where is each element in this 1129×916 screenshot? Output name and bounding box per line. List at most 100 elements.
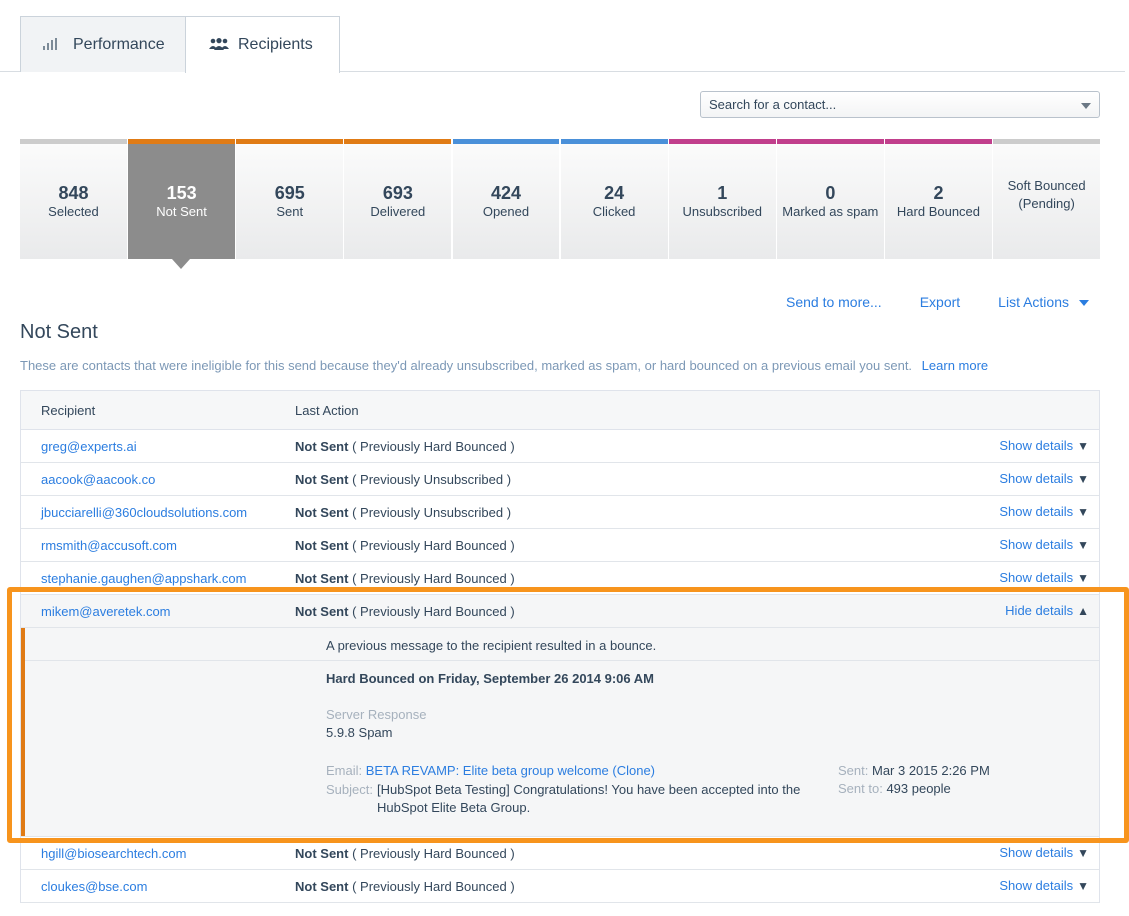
stat-label: Delivered bbox=[370, 203, 426, 219]
row-details-panel: A previous message to the recipient resu… bbox=[21, 628, 1099, 837]
recipient-email-link[interactable]: mikem@averetek.com bbox=[41, 604, 171, 619]
stats-bar: 848 Selected 153 Not Sent 695 Sent 693 Deliv… bbox=[20, 139, 1101, 269]
show-details-toggle[interactable]: Show details ▼ bbox=[999, 438, 1089, 453]
recipient-email-link[interactable]: greg@experts.ai bbox=[41, 439, 137, 454]
tab-recipients[interactable]: Recipients bbox=[185, 16, 340, 73]
stat-sent[interactable]: 695 Sent bbox=[236, 139, 344, 259]
stat-selected[interactable]: 848 Selected bbox=[20, 139, 127, 259]
stat-unsubscribed[interactable]: 1 Unsubscribed bbox=[668, 139, 776, 259]
hard-bounced-date: Hard Bounced on Friday, September 26 201… bbox=[326, 671, 654, 686]
stat-opened[interactable]: 424 Opened bbox=[452, 139, 560, 259]
hide-details-toggle[interactable]: Hide details ▲ bbox=[1005, 603, 1089, 618]
export-link[interactable]: Export bbox=[920, 294, 960, 310]
toggle-label: Show details bbox=[999, 845, 1074, 860]
last-action: Not Sent ( Previously Hard Bounced ) bbox=[295, 879, 515, 894]
triangle-down-icon: ▼ bbox=[1077, 505, 1089, 519]
triangle-down-icon: ▼ bbox=[1077, 846, 1089, 860]
last-action: Not Sent ( Previously Hard Bounced ) bbox=[295, 439, 515, 454]
list-actions-dropdown[interactable]: List Actions bbox=[998, 294, 1089, 310]
table-row: rmsmith@accusoft.com Not Sent ( Previous… bbox=[21, 529, 1099, 562]
tab-performance[interactable]: Performance bbox=[20, 16, 186, 72]
description-text: These are contacts that were ineligible … bbox=[20, 358, 913, 373]
tab-performance-label: Performance bbox=[73, 35, 165, 53]
stat-label: Unsubscribed bbox=[682, 203, 762, 219]
show-details-toggle[interactable]: Show details ▼ bbox=[999, 471, 1089, 486]
stat-clicked[interactable]: 24 Clicked bbox=[560, 139, 668, 259]
table-row-expanded: mikem@averetek.com Not Sent ( Previously… bbox=[21, 595, 1099, 628]
status-text: Not Sent bbox=[295, 439, 349, 454]
stat-label: Soft Bounced (Pending) bbox=[1007, 177, 1086, 211]
toggle-label: Hide details bbox=[1005, 603, 1074, 618]
tab-bar: Performance Recipients bbox=[0, 0, 1125, 73]
reason-text: ( Previously Hard Bounced ) bbox=[352, 571, 515, 586]
triangle-down-icon: ▼ bbox=[1077, 472, 1089, 486]
table-row: jbucciarelli@360cloudsolutions.com Not S… bbox=[21, 496, 1099, 529]
last-action: Not Sent ( Previously Hard Bounced ) bbox=[295, 846, 515, 861]
last-action: Not Sent ( Previously Unsubscribed ) bbox=[295, 505, 511, 520]
table-row: greg@experts.ai Not Sent ( Previously Ha… bbox=[21, 430, 1099, 463]
server-response-value: 5.9.8 Spam bbox=[326, 725, 393, 740]
recipient-email-link[interactable]: jbucciarelli@360cloudsolutions.com bbox=[41, 505, 247, 520]
recipient-email-link[interactable]: stephanie.gaughen@appshark.com bbox=[41, 571, 246, 586]
reason-text: ( Previously Unsubscribed ) bbox=[352, 505, 512, 520]
tab-recipients-label: Recipients bbox=[238, 36, 313, 53]
learn-more-link[interactable]: Learn more bbox=[922, 358, 988, 373]
stat-marked-as-spam[interactable]: 0 Marked as spam bbox=[776, 139, 884, 259]
contact-search-select[interactable]: Search for a contact... bbox=[700, 91, 1100, 118]
recipient-email-link[interactable]: cloukes@bse.com bbox=[41, 879, 147, 894]
table-header: Recipient Last Action bbox=[21, 391, 1099, 430]
status-text: Not Sent bbox=[295, 571, 349, 586]
last-action: Not Sent ( Previously Unsubscribed ) bbox=[295, 472, 511, 487]
contact-search-value: Search for a contact... bbox=[709, 97, 837, 112]
stat-hard-bounced[interactable]: 2 Hard Bounced bbox=[885, 139, 992, 259]
caret-down-icon bbox=[1079, 300, 1089, 307]
triangle-up-icon: ▲ bbox=[1077, 604, 1089, 618]
column-recipient: Recipient bbox=[41, 403, 96, 418]
show-details-toggle[interactable]: Show details ▼ bbox=[999, 570, 1089, 585]
list-actions-label: List Actions bbox=[998, 294, 1069, 310]
bounce-details: Hard Bounced on Friday, September 26 201… bbox=[21, 661, 1099, 836]
show-details-toggle[interactable]: Show details ▼ bbox=[999, 878, 1089, 893]
send-to-more-link[interactable]: Send to more... bbox=[786, 294, 882, 310]
status-text: Not Sent bbox=[295, 472, 349, 487]
sent-to-row: Sent to: 493 people bbox=[838, 781, 951, 796]
toggle-label: Show details bbox=[999, 504, 1074, 519]
stat-number: 1 bbox=[717, 182, 728, 203]
recipient-email-link[interactable]: rmsmith@accusoft.com bbox=[41, 538, 177, 553]
toggle-label: Show details bbox=[999, 471, 1074, 486]
stat-label: Marked as spam bbox=[782, 203, 879, 219]
reason-text: ( Previously Hard Bounced ) bbox=[352, 604, 515, 619]
sent-row: Sent: Mar 3 2015 2:26 PM bbox=[838, 763, 990, 778]
toggle-label: Show details bbox=[999, 438, 1074, 453]
sent-to-label: Sent to: bbox=[838, 781, 883, 796]
last-action: Not Sent ( Previously Hard Bounced ) bbox=[295, 571, 515, 586]
recipients-table: Recipient Last Action greg@experts.ai No… bbox=[20, 390, 1100, 903]
subject-label: Subject: bbox=[326, 782, 373, 797]
table-row: stephanie.gaughen@appshark.com Not Sent … bbox=[21, 562, 1099, 595]
email-name-link[interactable]: BETA REVAMP: Elite beta group welcome (C… bbox=[366, 763, 655, 778]
email-row: Email: BETA REVAMP: Elite beta group wel… bbox=[326, 763, 655, 778]
recipient-email-link[interactable]: aacook@aacook.co bbox=[41, 472, 155, 487]
stat-delivered[interactable]: 693 Delivered bbox=[344, 139, 452, 259]
stat-label: Hard Bounced bbox=[896, 203, 981, 219]
show-details-toggle[interactable]: Show details ▼ bbox=[999, 845, 1089, 860]
show-details-toggle[interactable]: Show details ▼ bbox=[999, 537, 1089, 552]
stat-label: Not Sent bbox=[156, 203, 207, 219]
stat-not-sent[interactable]: 153 Not Sent bbox=[128, 139, 236, 269]
status-text: Not Sent bbox=[295, 846, 349, 861]
email-label: Email: bbox=[326, 763, 363, 778]
sent-to-value: 493 people bbox=[886, 781, 951, 796]
stat-soft-bounced[interactable]: Soft Bounced (Pending) bbox=[993, 139, 1101, 259]
sent-label: Sent: bbox=[838, 763, 869, 778]
status-text: Not Sent bbox=[295, 604, 349, 619]
reason-text: ( Previously Unsubscribed ) bbox=[352, 472, 512, 487]
reason-text: ( Previously Hard Bounced ) bbox=[352, 439, 515, 454]
subject-value: [HubSpot Beta Testing] Congratulations! … bbox=[377, 782, 801, 815]
stat-number: 0 bbox=[825, 182, 836, 203]
show-details-toggle[interactable]: Show details ▼ bbox=[999, 504, 1089, 519]
stat-number: 2 bbox=[933, 182, 944, 203]
stat-label: Selected bbox=[48, 203, 99, 219]
recipient-email-link[interactable]: hgill@biosearchtech.com bbox=[41, 846, 186, 861]
stat-label: Clicked bbox=[592, 203, 636, 219]
reason-text: ( Previously Hard Bounced ) bbox=[352, 846, 515, 861]
